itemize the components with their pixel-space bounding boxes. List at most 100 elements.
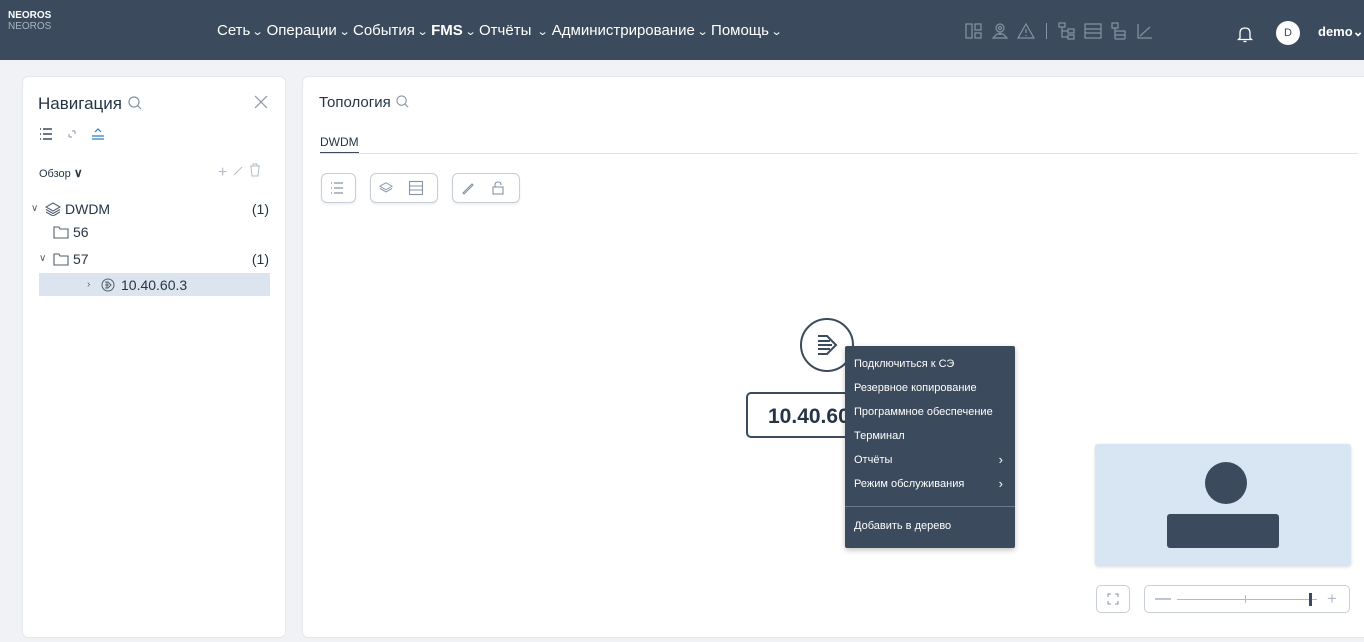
layers-icon bbox=[45, 201, 61, 216]
overview-label: Обзор bbox=[39, 168, 71, 180]
menu-operations-label: Операции bbox=[266, 21, 337, 39]
bell-icon[interactable] bbox=[1235, 24, 1255, 44]
zoom-out-button[interactable]: — bbox=[1155, 590, 1171, 608]
close-icon[interactable] bbox=[253, 94, 269, 110]
navigation-panel: Навигация Обзор ∨ + ∨ DWDM (1) 56 ∨ 57 (… bbox=[22, 76, 286, 638]
user-menu[interactable]: demo⌄ bbox=[1318, 24, 1364, 40]
chart-icon[interactable] bbox=[1135, 21, 1155, 41]
navigation-tools bbox=[39, 127, 117, 141]
tree-item-count: (1) bbox=[251, 200, 269, 217]
toolbar-divider bbox=[1046, 23, 1047, 39]
minimap-node bbox=[1205, 462, 1247, 504]
zoom-in-button[interactable]: + bbox=[1327, 589, 1337, 609]
menu-reports[interactable]: Отчёты bbox=[479, 22, 531, 39]
folder-icon bbox=[53, 252, 69, 266]
menu-events[interactable]: События ⌄ bbox=[352, 21, 429, 39]
fit-screen-button[interactable] bbox=[1096, 585, 1130, 613]
topology-title-text: Топология bbox=[319, 94, 391, 111]
ctx-add-to-tree[interactable]: Добавить в дерево bbox=[854, 520, 951, 532]
ctx-maintenance[interactable]: Режим обслуживания bbox=[854, 478, 964, 490]
menu-reports-label: Отчёты bbox=[479, 21, 532, 39]
ctx-terminal[interactable]: Терминал bbox=[854, 430, 905, 442]
list-view-icon[interactable] bbox=[39, 127, 53, 141]
list-view-icon[interactable] bbox=[326, 177, 348, 199]
menu-admin-label: Администрирование bbox=[551, 21, 695, 39]
ctx-connect[interactable]: Подключиться к СЭ bbox=[854, 358, 954, 370]
menu-fms[interactable]: FMS ⌄ bbox=[431, 21, 477, 39]
warning-icon[interactable] bbox=[1016, 21, 1036, 41]
ctx-reports[interactable]: Отчёты bbox=[854, 454, 892, 466]
chevron-down-icon[interactable]: ∨ bbox=[39, 253, 49, 264]
tree-item-57[interactable]: ∨ 57 (1) bbox=[39, 247, 269, 270]
ctx-backup[interactable]: Резервное копирование bbox=[854, 382, 977, 394]
menu-help[interactable]: Помощь ⌄ bbox=[711, 21, 783, 39]
chevron-down-icon: ⌄ bbox=[536, 25, 549, 38]
tree-tools: + bbox=[213, 163, 261, 182]
tab-divider bbox=[320, 153, 1358, 154]
avatar[interactable]: D bbox=[1276, 21, 1300, 45]
main-menu: Сеть ⌄ Операции ⌄ События ⌄ FMS ⌄ Отчёты ⌄ А… bbox=[217, 0, 785, 60]
tree-item-node[interactable]: › 10.40.60.3 bbox=[39, 273, 270, 296]
map-pin-icon[interactable] bbox=[990, 21, 1010, 41]
zoom-control: — + bbox=[1144, 585, 1350, 613]
inventory-icon[interactable] bbox=[1109, 21, 1129, 41]
dashboard-icon[interactable] bbox=[964, 21, 984, 41]
table-icon[interactable] bbox=[405, 177, 427, 199]
layers-icon[interactable] bbox=[375, 177, 397, 199]
add-icon[interactable]: + bbox=[218, 164, 227, 182]
tree-item-dwdm[interactable]: ∨ DWDM (1) bbox=[31, 197, 269, 220]
expand-icon[interactable] bbox=[65, 127, 79, 141]
zoom-slider-track[interactable] bbox=[1177, 599, 1317, 600]
context-menu: Подключиться к СЭ Резервное копирование … bbox=[845, 346, 1015, 548]
tree-item-56[interactable]: 56 bbox=[53, 220, 269, 243]
minimap-label bbox=[1167, 514, 1279, 548]
tab-dwdm[interactable]: DWDM bbox=[320, 135, 359, 154]
search-icon[interactable] bbox=[395, 94, 410, 109]
chevron-down-icon: ∨ bbox=[73, 166, 83, 180]
chevron-down-icon: ⌄ bbox=[770, 25, 783, 38]
network-element-icon bbox=[101, 278, 117, 292]
user-name: demo bbox=[1318, 24, 1353, 39]
edit-icon[interactable] bbox=[232, 164, 244, 182]
delete-icon[interactable] bbox=[249, 163, 261, 182]
collapse-icon[interactable] bbox=[91, 127, 105, 141]
menu-admin[interactable]: ⌄ Администрирование ⌄ bbox=[535, 21, 709, 39]
fit-screen-icon bbox=[1107, 593, 1119, 605]
ctx-software[interactable]: Программное обеспечение bbox=[854, 406, 993, 418]
context-menu-divider bbox=[845, 506, 1015, 507]
navigation-title: Навигация bbox=[38, 94, 143, 114]
folder-icon bbox=[53, 225, 69, 239]
menu-network[interactable]: Сеть ⌄ bbox=[217, 22, 264, 39]
menu-events-label: События bbox=[352, 21, 415, 39]
hierarchy-icon[interactable] bbox=[1057, 21, 1077, 41]
search-icon[interactable] bbox=[127, 95, 143, 111]
chevron-down-icon: ⌄ bbox=[696, 25, 709, 38]
chevron-right-icon: › bbox=[998, 452, 1003, 467]
zoom-slider-handle[interactable] bbox=[1309, 593, 1312, 606]
chevron-down-icon[interactable]: ∨ bbox=[31, 203, 41, 214]
chevron-right-icon[interactable]: › bbox=[87, 279, 97, 290]
brand-logo[interactable]: NEOROS NEOROS bbox=[8, 10, 51, 32]
lock-icon[interactable] bbox=[487, 177, 509, 199]
menu-operations[interactable]: Операции ⌄ bbox=[266, 21, 351, 39]
chevron-right-icon: › bbox=[998, 476, 1003, 491]
chevron-down-icon: ⌄ bbox=[338, 25, 351, 38]
brand-subtitle: NEOROS bbox=[8, 21, 52, 32]
chevron-down-icon: ⌄ bbox=[251, 25, 264, 38]
navigation-title-text: Навигация bbox=[38, 94, 122, 113]
tree-item-count: (1) bbox=[251, 250, 269, 267]
brand-name: NEOROS bbox=[8, 10, 52, 21]
edit-icon[interactable] bbox=[457, 177, 479, 199]
edit-button-group bbox=[452, 173, 520, 203]
list-button-group bbox=[321, 173, 356, 203]
minimap[interactable] bbox=[1095, 444, 1351, 566]
chevron-down-icon: ⌄ bbox=[464, 25, 477, 38]
menu-fms-label: FMS bbox=[431, 21, 463, 39]
overview-dropdown[interactable]: Обзор ∨ bbox=[39, 166, 83, 180]
tree-item-label: 10.40.60.3 bbox=[121, 276, 188, 293]
chevron-down-icon: ⌄ bbox=[1352, 24, 1364, 39]
menu-help-label: Помощь bbox=[711, 21, 769, 39]
tree-item-label: 57 bbox=[73, 250, 89, 267]
zoom-slider-tick bbox=[1245, 595, 1246, 603]
table-icon[interactable] bbox=[1083, 21, 1103, 41]
